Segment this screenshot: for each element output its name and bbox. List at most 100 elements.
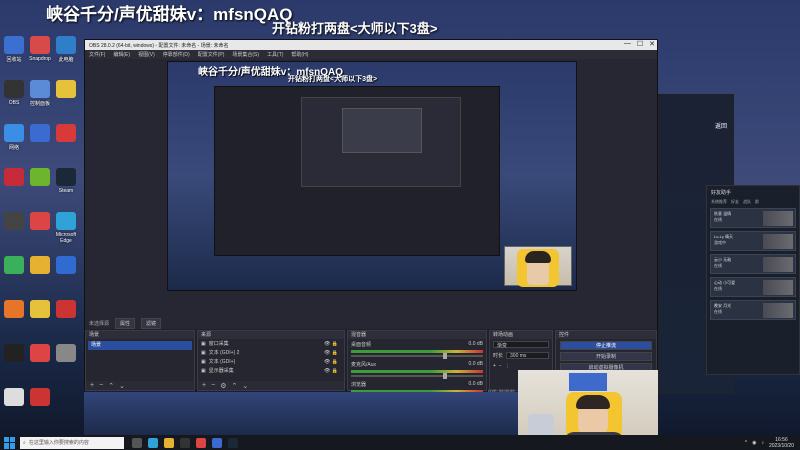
app-red-icon[interactable] [56, 124, 76, 142]
app-dark-icon[interactable] [4, 344, 24, 362]
volume-fader[interactable] [351, 353, 483, 359]
friend-item[interactable]: 云小 无敌 在线 [710, 254, 796, 274]
menu-item[interactable]: 场景集合(S) [232, 51, 259, 58]
friend-tab[interactable]: 系统推荐 [711, 199, 727, 205]
friend-item[interactable]: 心动 小可爱 在线 [710, 277, 796, 297]
app-red4-icon[interactable] [30, 344, 50, 362]
add-icon[interactable]: + [90, 382, 94, 389]
close-icon[interactable]: ✕ [649, 40, 655, 48]
minimize-icon[interactable]: — [624, 40, 631, 48]
steam-icon[interactable] [228, 437, 238, 448]
app-white-icon[interactable] [4, 388, 24, 406]
edge-icon[interactable] [148, 437, 158, 448]
visibility-icon[interactable]: 👁 🔒 [324, 368, 338, 374]
volume-icon[interactable]: ♪ [761, 440, 764, 446]
up-icon[interactable]: ⌃ [108, 382, 114, 390]
network-icon[interactable] [4, 124, 24, 142]
friend-item[interactable]: 秋意 温情 在线 [710, 208, 796, 228]
app-red2-icon[interactable] [4, 168, 24, 186]
task-view-icon[interactable] [132, 437, 142, 448]
scene-item[interactable]: 场景 [88, 341, 192, 350]
app-icon[interactable] [196, 437, 206, 448]
friend-tab[interactable]: 战队 [743, 199, 751, 205]
app2-icon[interactable] [30, 36, 50, 54]
menu-item[interactable]: 停靠部件(D) [163, 51, 190, 58]
menu-item[interactable]: 配置文件(P) [198, 51, 225, 58]
friend-tab[interactable]: 群 [755, 199, 759, 205]
menu-item[interactable]: 编辑(E) [113, 51, 130, 58]
app-g-icon[interactable] [4, 212, 24, 230]
source-toolbar: 未选择源 属性 滤镜 [85, 317, 657, 329]
down-icon[interactable]: ⌄ [119, 382, 125, 390]
nested-obs-window-3 [342, 108, 422, 153]
app-yellow-icon[interactable] [56, 80, 76, 98]
duration-input[interactable]: 300 ms [506, 352, 549, 359]
app-blue-icon[interactable] [30, 124, 50, 142]
control-button[interactable]: 开始录制 [560, 352, 652, 361]
friend-thumbnail [763, 303, 793, 318]
this-pc-icon[interactable] [56, 36, 76, 54]
nvidia-icon[interactable] [30, 168, 50, 186]
recycle-bin-icon[interactable] [4, 36, 24, 54]
visibility-icon[interactable]: 👁 🔒 [324, 359, 338, 365]
chevron-up-icon[interactable]: ^ [745, 440, 747, 446]
friend-item[interactable]: Lo-Ly 晴天 游戏中 [710, 231, 796, 251]
obs-preview[interactable]: 峡谷千分/声优甜妹v：mfsnQAQ 开钻粉打两盘<大师以下3盘> [85, 59, 657, 329]
control-icon[interactable] [30, 80, 50, 98]
menu-item[interactable]: 视图(V) [138, 51, 155, 58]
channel-name: 麦克风/Aux [351, 362, 377, 368]
menu-item[interactable]: 工具(T) [267, 51, 283, 58]
remove-icon[interactable]: − [499, 363, 502, 369]
obs-icon[interactable] [180, 437, 190, 448]
filters-button[interactable]: 滤镜 [141, 317, 162, 329]
app-yellow2-icon[interactable] [30, 256, 50, 274]
gear-icon[interactable]: ⚙ [220, 382, 226, 390]
steam-icon[interactable] [56, 168, 76, 186]
taskbar-search[interactable]: ⌕ 在这里输入你要搜索的内容 [20, 436, 124, 449]
menu-item[interactable]: 帮助(H) [291, 51, 308, 58]
source-item[interactable]: ▣ 文本 (GDI+) 👁 🔒 [198, 357, 344, 366]
app-red3-icon[interactable] [56, 300, 76, 318]
down-icon[interactable]: ⌄ [242, 382, 248, 390]
friend-tab[interactable]: 好友 [731, 199, 739, 205]
more-icon[interactable]: ⋮ [505, 363, 510, 369]
transition-type-select[interactable]: 渐变 [493, 341, 549, 349]
visibility-icon[interactable]: 👁 🔒 [324, 350, 338, 356]
edge-icon[interactable] [56, 212, 76, 230]
source-item[interactable]: ▣ 显示器采集 👁 🔒 [198, 366, 344, 375]
visibility-icon[interactable]: 👁 🔒 [324, 341, 338, 347]
volume-meter [351, 370, 483, 373]
app-blue2-icon[interactable] [56, 256, 76, 274]
network-icon[interactable]: ◉ [752, 440, 756, 446]
source-item[interactable]: ▣ 窗口采集 👁 🔒 [198, 339, 344, 348]
volume-fader[interactable] [351, 373, 483, 379]
app-green-icon[interactable] [4, 256, 24, 274]
remove-icon[interactable]: − [211, 382, 215, 389]
obs-menubar: 文件(F) 编辑(E) 视图(V) 停靠部件(D) 配置文件(P) 场景集合(S) 工具(T… [85, 50, 657, 59]
control-button[interactable]: 停止推流 [560, 341, 652, 350]
clock[interactable]: 16:56 2023/10/20 [769, 437, 794, 449]
obs-icon[interactable] [4, 80, 24, 98]
app-round-icon[interactable] [30, 212, 50, 230]
remove-icon[interactable]: − [99, 382, 103, 389]
properties-button[interactable]: 属性 [115, 317, 136, 329]
back-label[interactable]: 返回 [715, 121, 727, 130]
obs-status: LIVE: 00:00:00 [488, 388, 515, 393]
obs-label: OBS [8, 100, 20, 106]
app-grey-icon[interactable] [56, 344, 76, 362]
app-red5-icon[interactable] [30, 388, 50, 406]
friend-item[interactable]: 晚安 月光 在线 [710, 300, 796, 320]
app-star-icon[interactable] [30, 300, 50, 318]
app-icon-2[interactable] [212, 437, 222, 448]
menu-item[interactable]: 文件(F) [89, 51, 105, 58]
network-label: 网络 [8, 145, 19, 151]
add-icon[interactable]: + [202, 382, 206, 389]
windows-start-icon[interactable] [4, 436, 16, 449]
folder-icon[interactable] [164, 437, 174, 448]
source-item[interactable]: ▣ 文本 (GDI+) 2 👁 🔒 [198, 348, 344, 357]
app-orange-icon[interactable] [4, 300, 24, 318]
up-icon[interactable]: ⌃ [231, 382, 237, 390]
add-icon[interactable]: + [493, 363, 496, 369]
obs-window: OBS 28.0.2 (64-bit, windows) - 配置文件: 未命名… [84, 39, 658, 399]
maximize-icon[interactable]: ☐ [637, 40, 643, 48]
